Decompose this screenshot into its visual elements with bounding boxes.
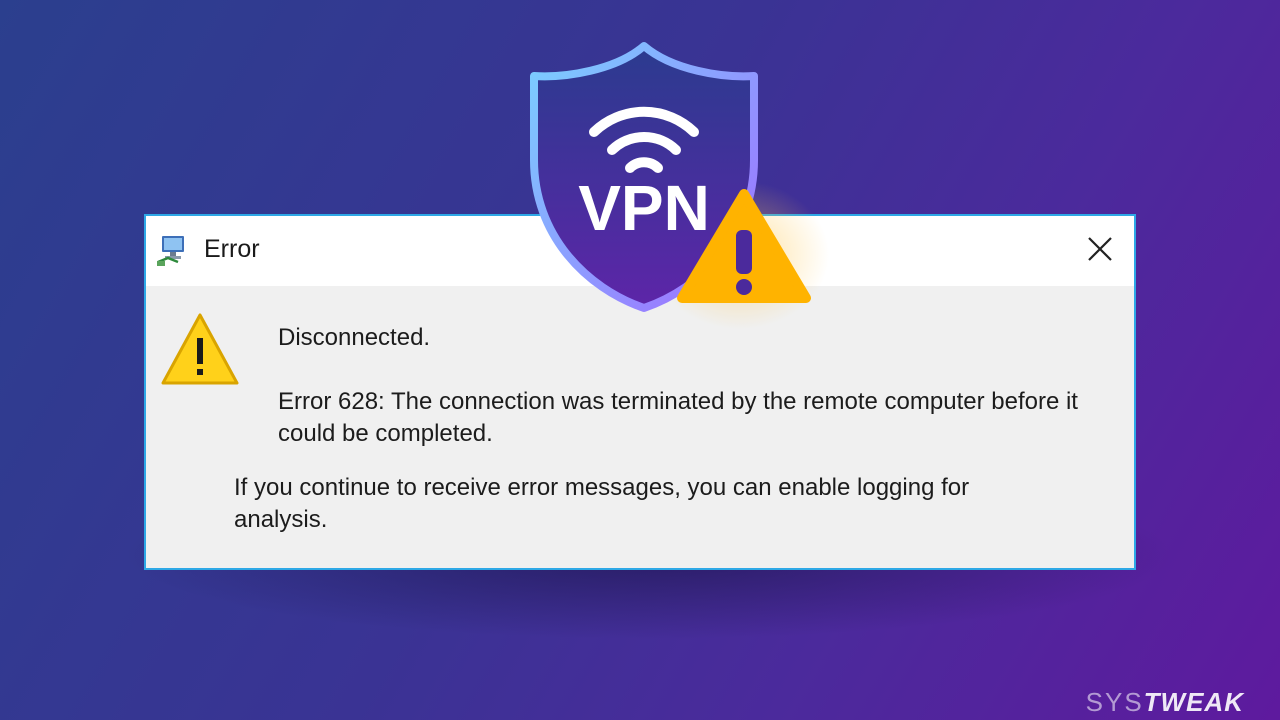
close-icon <box>1088 237 1112 261</box>
message-title: Disconnected. <box>278 324 431 351</box>
vpn-shield-icon: VPN <box>530 42 811 312</box>
warning-icon <box>161 313 239 385</box>
network-computer-icon <box>157 236 184 266</box>
brand-name: TWEAK <box>1143 687 1244 717</box>
brand-prefix: SYS <box>1085 687 1144 717</box>
info-message: If you continue to receive error message… <box>234 474 970 533</box>
close-button[interactable] <box>1074 224 1126 274</box>
vpn-label: VPN <box>578 172 710 244</box>
brand-logo: SYSTWEAK <box>1086 687 1244 718</box>
dialog-title: Error <box>204 235 260 263</box>
error-message: Error 628: The connection was terminated… <box>278 388 1078 447</box>
